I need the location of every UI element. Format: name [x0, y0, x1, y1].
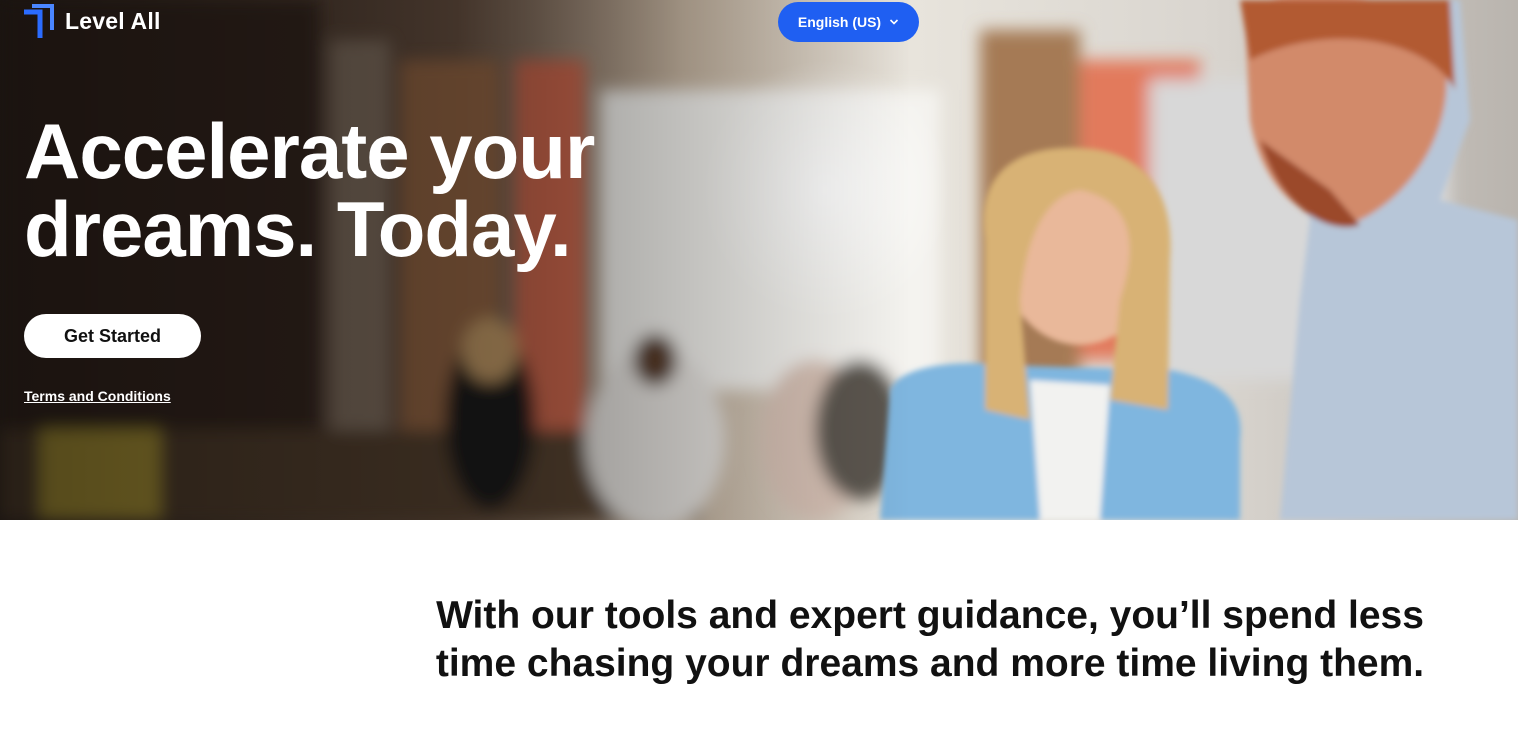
- get-started-button[interactable]: Get Started: [24, 314, 201, 358]
- brand-logo[interactable]: Level All: [22, 4, 161, 38]
- intro-tagline-line-2: time chasing your dreams and more time l…: [435, 642, 1425, 685]
- intro-tagline: With our tools and expert guidance, you’…: [400, 592, 1460, 688]
- language-selector-button[interactable]: English (US): [778, 2, 919, 42]
- hero-section: Level All English (US) Accelerate your d…: [0, 0, 1518, 520]
- level-all-logo-icon: [24, 4, 54, 38]
- hero-headline: Accelerate your dreams. Today.: [24, 112, 724, 268]
- hero-headline-line-2: dreams. Today.: [24, 185, 572, 273]
- chevron-down-icon: [890, 19, 899, 25]
- language-selector-label: English (US): [797, 14, 882, 30]
- brand-name: Level All: [65, 7, 161, 34]
- terms-and-conditions-link[interactable]: Terms and Conditions: [24, 388, 171, 404]
- intro-tagline-line-1: With our tools and expert guidance, you’…: [436, 594, 1424, 637]
- hero-headline-line-1: Accelerate your: [24, 107, 595, 195]
